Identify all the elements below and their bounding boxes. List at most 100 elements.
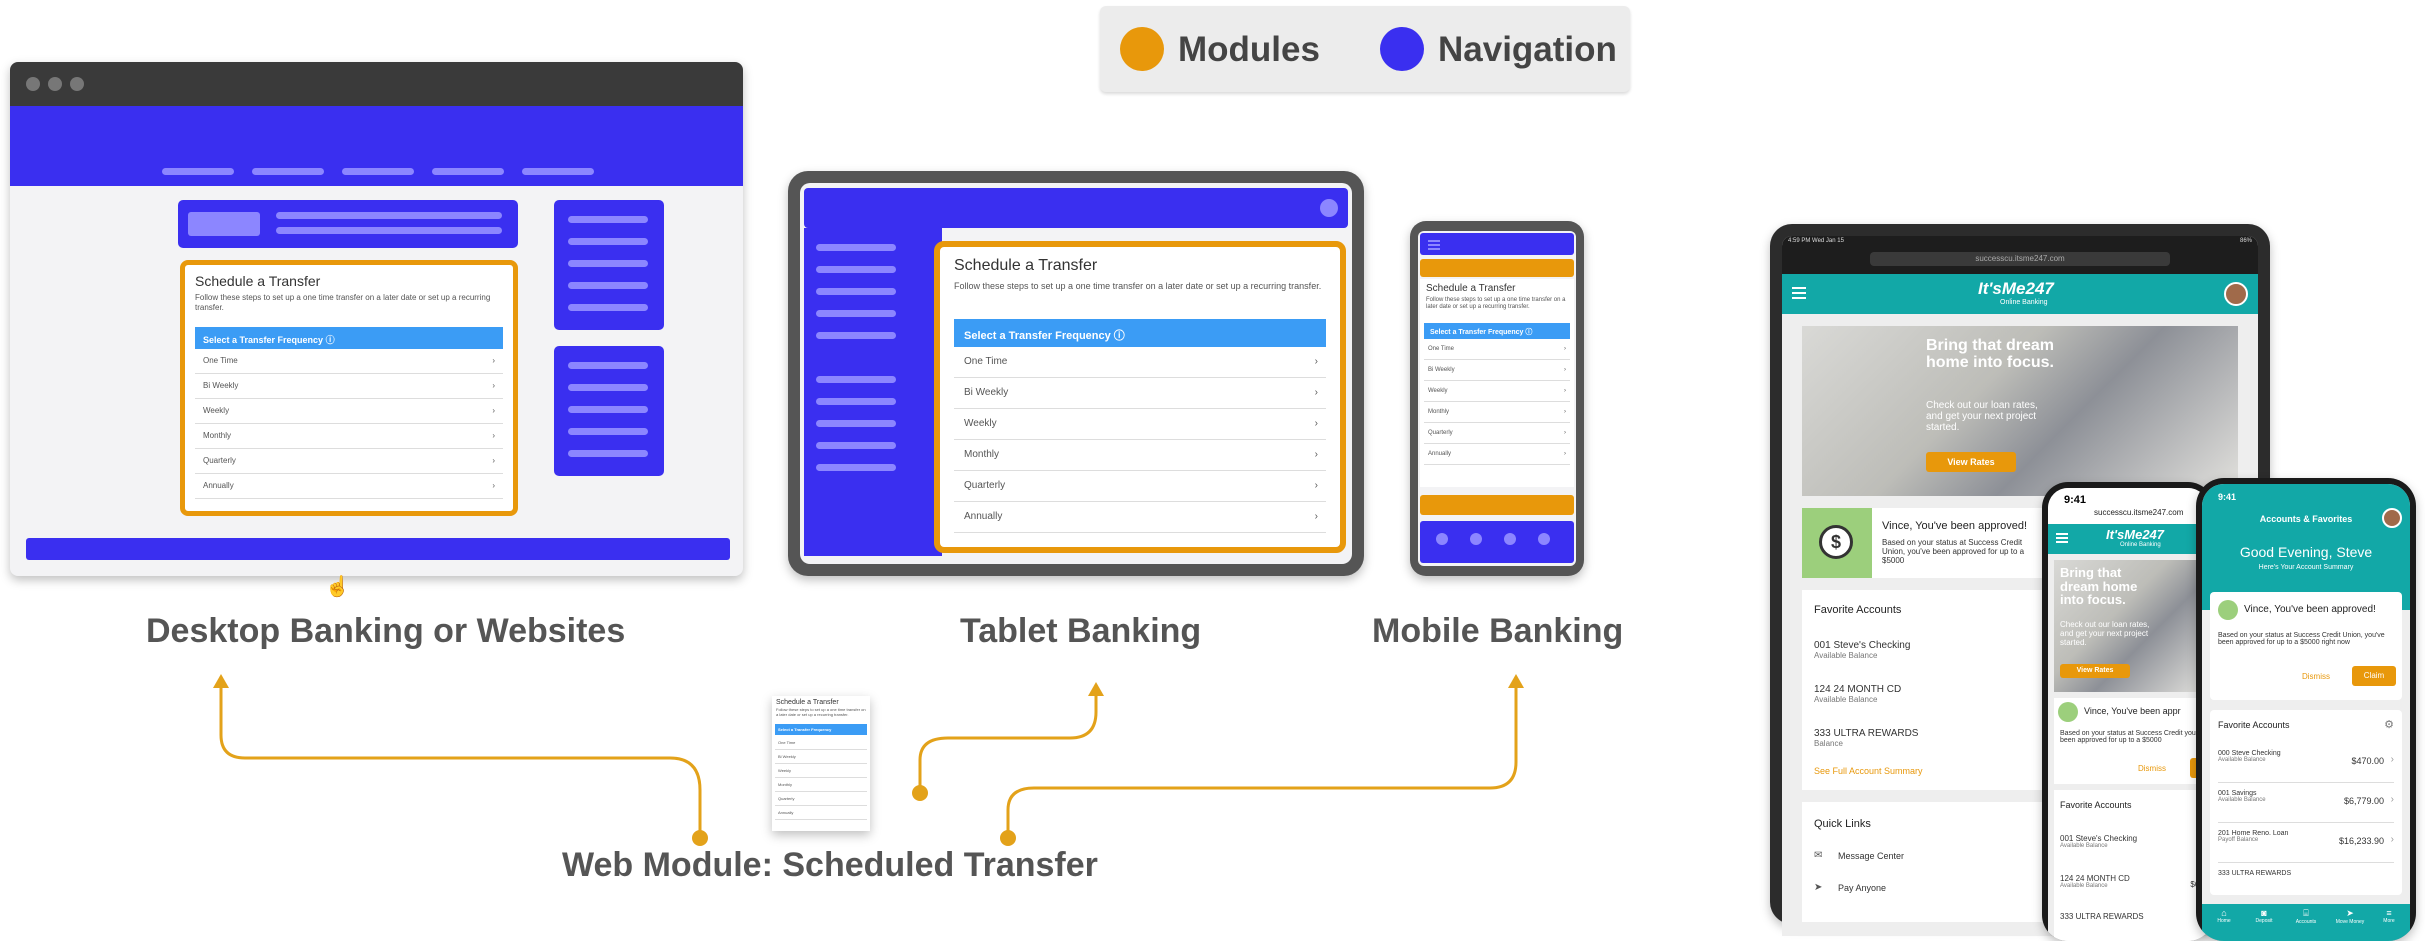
account-row[interactable]: 001 Steve's Checking Available Balance — [1814, 640, 1910, 660]
ipad-app-header: It'sMe247 Online Banking — [1782, 274, 2258, 314]
hero-banner: Bring that dream home into focus. Check … — [2054, 560, 2208, 692]
brand-subtitle: Online Banking — [2000, 299, 2048, 306]
tab-deposit[interactable]: ◙ Deposit — [2246, 908, 2282, 924]
screen-title: Accounts & Favorites — [2259, 514, 2353, 524]
brand-subtitle: Online Banking — [2120, 542, 2161, 548]
phone2-screenshot: 9:41 Accounts & Favorites Good Evening, … — [2196, 478, 2416, 941]
account-row[interactable]: 333 ULTRA REWARDS — [2218, 870, 2291, 877]
url-bar[interactable]: successcu.itsme247.com — [2094, 508, 2183, 517]
claim-button[interactable]: Claim — [2352, 666, 2396, 686]
module-title: Schedule a Transfer — [776, 699, 839, 706]
approval-title: Vince, You've been appr — [2084, 706, 2181, 716]
brand-logo: It'sMe247 — [2106, 527, 2165, 542]
account-summary-label: Here's Your Account Summary — [2258, 564, 2354, 571]
favorites-title: Favorite Accounts — [2060, 800, 2132, 810]
account-row[interactable]: 333 ULTRA REWARDS Balance — [1814, 728, 1918, 748]
see-full-summary-link[interactable]: See Full Account Summary — [1814, 766, 1923, 776]
account-row[interactable]: 124 24 MONTH CDAvailable Balance$6,7 — [2060, 874, 2206, 889]
frequency-option[interactable]: Monthly — [775, 778, 867, 792]
hero-title: Bring that dream home into focus. — [2060, 565, 2138, 608]
tab-home[interactable]: ⌂ Home — [2206, 908, 2242, 924]
send-icon: ➤ — [1814, 882, 1823, 893]
approval-card: Vince, You've been approved! Based on yo… — [2210, 592, 2402, 700]
account-row[interactable]: 124 24 MONTH CD Available Balance — [1814, 684, 1901, 704]
connector-dot — [1000, 830, 1016, 846]
approval-body: Based on your status at Success Credit U… — [1882, 538, 2025, 565]
dollar-icon — [2218, 600, 2238, 620]
hero-body: Check out our loan rates, and get your n… — [2060, 620, 2150, 647]
brand-logo: It'sMe247 — [1978, 279, 2054, 298]
status-time: 9:41 — [2218, 492, 2237, 502]
url-bar[interactable]: successcu.itsme247.com — [1870, 252, 2170, 266]
connector-dot — [912, 785, 928, 801]
account-row[interactable]: 000 Steve Checking Available Balance $470.… — [2218, 750, 2394, 783]
chevron-right-icon: › — [2390, 794, 2394, 805]
status-time: 9:41 — [2064, 494, 2087, 506]
view-rates-button[interactable]: View Rates — [1926, 452, 2016, 472]
view-rates-button[interactable]: View Rates — [2060, 664, 2130, 678]
favorites-title: Favorite Accounts — [1814, 604, 1902, 616]
arrowhead-icon — [1088, 682, 1104, 696]
approval-body: Based on your status at Success Credit U… — [2218, 632, 2385, 646]
status-battery: 86% — [2239, 238, 2252, 244]
phone1-app-header: It'sMe247 Online Banking — [2048, 524, 2208, 554]
chevron-right-icon: › — [2390, 834, 2394, 845]
send-icon: ➤ — [2346, 908, 2354, 918]
dollar-icon: $ — [1802, 508, 1872, 578]
approval-title: Vince, You've been approved! — [2244, 604, 2376, 615]
frequency-header: Select a Transfer Frequency — [775, 724, 867, 735]
browser-chrome: 4:59 PM Wed Jan 15 86% successcu.itsme24… — [1782, 236, 2258, 274]
greeting: Good Evening, Steve — [2239, 544, 2373, 560]
gear-icon[interactable]: ⚙ — [2384, 718, 2394, 731]
tab-more[interactable]: ≡ More — [2372, 908, 2406, 924]
connector-dot — [692, 830, 708, 846]
pay-anyone-link[interactable]: Pay Anyone — [1838, 883, 1886, 893]
approval-body: Based on your status at Success Credit y… — [2060, 730, 2205, 744]
hero-banner: Bring that dream home into focus. Check … — [1802, 326, 2238, 496]
envelope-icon: ✉ — [1814, 850, 1823, 861]
chevron-right-icon: › — [2390, 754, 2394, 765]
arrow-to-mobile — [1006, 685, 1518, 838]
frequency-option[interactable]: One Time — [775, 736, 867, 750]
account-row[interactable]: 001 Steve's CheckingAvailable Balance$4 — [2060, 834, 2206, 849]
tab-accounts[interactable]: ⌸ Accounts — [2286, 908, 2326, 925]
web-module-thumbnail: Schedule a Transfer Follow these steps t… — [772, 696, 870, 831]
tab-move-money[interactable]: ➤ Move Money — [2330, 908, 2370, 925]
frequency-header-label: Select a Transfer Frequency — [778, 727, 832, 732]
avatar[interactable] — [2224, 282, 2248, 306]
frequency-option[interactable]: Weekly — [775, 764, 867, 778]
bottom-tab-bar: ⌂ Home ◙ Deposit ⌸ Accounts ➤ Move Money ≡ Mo… — [2202, 904, 2410, 941]
favorites-title: Favorite Accounts — [2218, 720, 2290, 730]
quick-links-title: Quick Links — [1814, 818, 1871, 830]
approval-title: Vince, You've been approved! — [1882, 520, 2028, 532]
frequency-option[interactable]: Bi Weekly — [775, 750, 867, 764]
hamburger-icon[interactable] — [2056, 533, 2068, 535]
arrow-to-tablet — [918, 690, 1098, 793]
frequency-option[interactable]: Quarterly — [775, 792, 867, 806]
favorite-accounts-card: Favorite Accounts 001 Steve's Checking Av… — [2054, 790, 2208, 941]
account-row[interactable]: 001 Savings Available Balance $6,779.00 › — [2218, 790, 2394, 823]
hero-title: Bring that dream home into focus. — [1926, 337, 2055, 371]
home-icon: ⌂ — [2221, 908, 2227, 918]
arrowhead-icon — [1508, 674, 1524, 688]
dollar-icon — [2058, 702, 2078, 722]
camera-icon: ◙ — [2261, 908, 2267, 918]
message-center-link[interactable]: Message Center — [1838, 851, 1904, 861]
account-row[interactable]: 333 ULTRA REWARDS — [2060, 912, 2206, 921]
dismiss-button[interactable]: Dismiss — [2138, 764, 2166, 773]
menu-icon: ≡ — [2386, 908, 2392, 918]
phone1-screenshot: 9:41 successcu.itsme247.com It'sMe247 On… — [2042, 482, 2214, 941]
approval-banner: Vince, You've been appr Based on your st… — [2054, 698, 2208, 784]
arrowhead-icon — [213, 674, 229, 688]
avatar[interactable] — [2382, 508, 2402, 528]
bank-icon: ⌸ — [2303, 908, 2309, 918]
arrow-to-desktop — [219, 685, 702, 838]
favorite-accounts-card: Favorite Accounts ⚙ 000 Steve Checking Av… — [2210, 710, 2402, 895]
frequency-list: One Time Bi Weekly Weekly Monthly Quarte… — [775, 736, 867, 826]
status-time: 4:59 PM Wed Jan 15 — [1788, 238, 1844, 244]
frequency-option[interactable]: Annually — [775, 806, 867, 820]
dismiss-button[interactable]: Dismiss — [2302, 672, 2330, 681]
hero-body: Check out our loan rates, and get your n… — [1926, 400, 2038, 433]
hamburger-icon[interactable] — [1792, 287, 1806, 289]
account-row[interactable]: 201 Home Reno. Loan Payoff Balance $16,233… — [2218, 830, 2394, 863]
